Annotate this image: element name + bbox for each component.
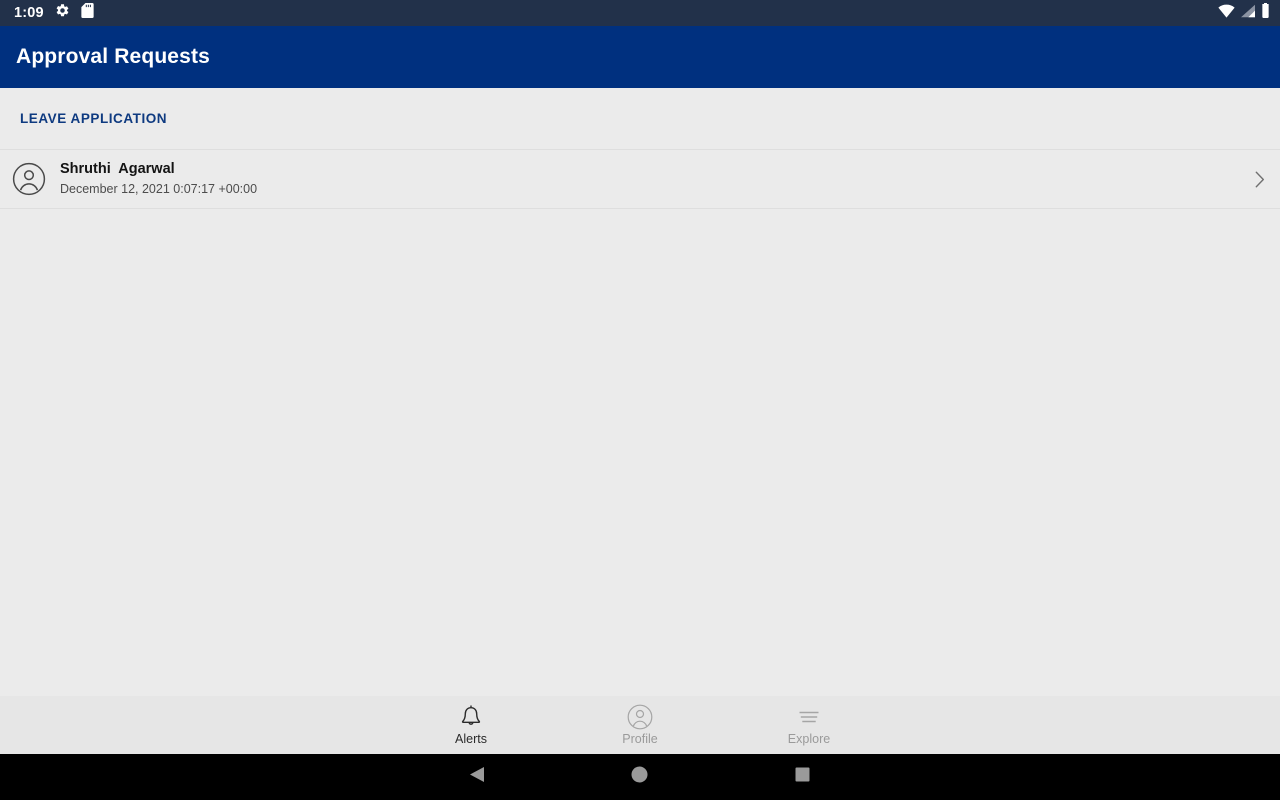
sd-card-icon [81, 3, 94, 23]
account-circle-icon [12, 162, 46, 196]
requester-name: Shruthi Agarwal [60, 160, 175, 177]
main-content: LEAVE APPLICATION Shruthi Agarwal Decemb… [0, 88, 1280, 696]
square-icon [795, 767, 810, 787]
account-circle-icon [627, 704, 653, 730]
status-bar: 1:09 [0, 0, 1280, 26]
bottom-navigation-bar: Alerts Profile Explore [0, 696, 1280, 754]
nav-label-explore: Explore [787, 731, 831, 746]
back-button[interactable] [437, 754, 517, 800]
status-bar-left: 1:09 [14, 3, 94, 23]
list-item-text-block: Shruthi Agarwal December 12, 2021 0:07:1… [60, 160, 1254, 198]
nav-item-profile[interactable]: Profile [556, 696, 725, 754]
android-system-navigation [0, 754, 1280, 800]
section-header-leave-application: LEAVE APPLICATION [0, 88, 1280, 149]
nav-label-profile: Profile [622, 731, 658, 746]
menu-lines-icon [796, 704, 822, 730]
chevron-right-icon[interactable] [1254, 169, 1266, 189]
request-timestamp: December 12, 2021 0:07:17 +00:00 [60, 181, 258, 196]
app-screen: 1:09 Approval Requests LEAVE APPLICATION… [0, 0, 1280, 800]
nav-item-explore[interactable]: Explore [725, 696, 894, 754]
section-header-label: LEAVE APPLICATION [20, 111, 168, 126]
app-bar: Approval Requests [0, 26, 1280, 88]
page-title: Approval Requests [16, 45, 210, 68]
cellular-signal-icon [1240, 4, 1256, 23]
nav-label-alerts: Alerts [455, 731, 487, 746]
wifi-icon [1218, 4, 1235, 23]
home-button[interactable] [599, 754, 679, 800]
recents-button[interactable] [762, 754, 842, 800]
list-bottom-divider [0, 208, 1280, 209]
battery-icon [1261, 3, 1270, 23]
triangle-left-icon [469, 766, 485, 788]
approval-request-list-item[interactable]: Shruthi Agarwal December 12, 2021 0:07:1… [0, 150, 1280, 208]
circle-icon [631, 766, 648, 788]
nav-item-alerts[interactable]: Alerts [387, 696, 556, 754]
settings-gear-icon [55, 3, 70, 23]
status-bar-clock: 1:09 [14, 4, 44, 21]
status-bar-right [1218, 3, 1270, 23]
bell-icon [459, 704, 483, 730]
